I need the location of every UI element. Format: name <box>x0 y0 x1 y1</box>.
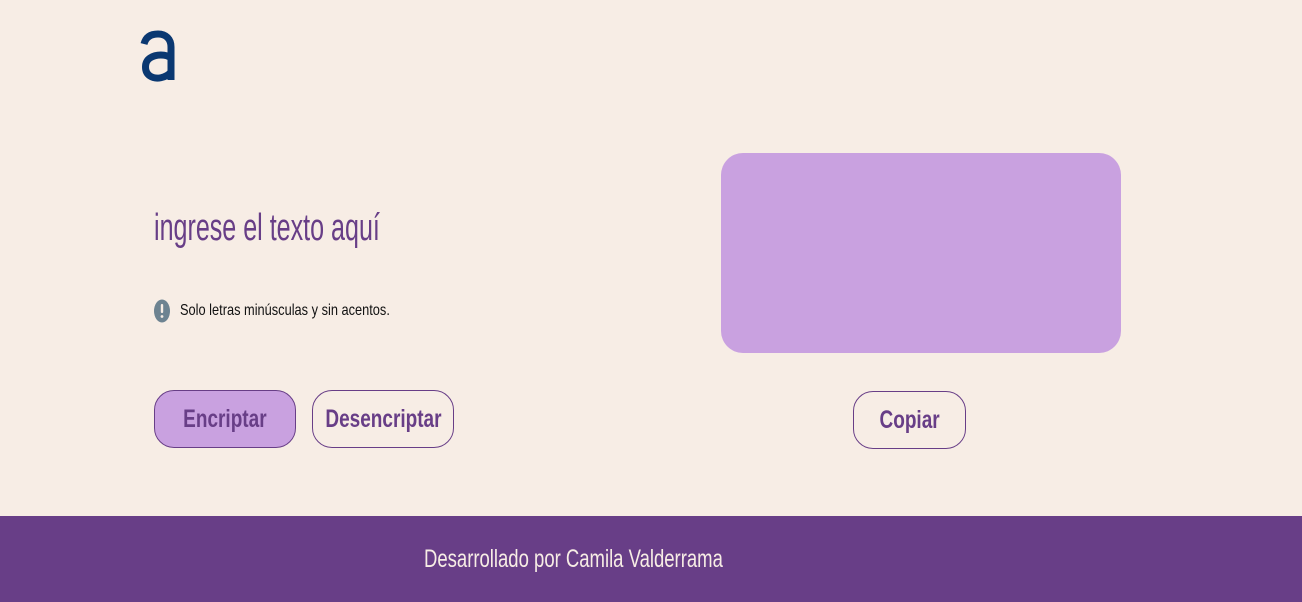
encrypt-button-label: Encriptar <box>183 404 267 433</box>
text-input[interactable]: ingrese el texto aquí <box>154 200 614 260</box>
copy-button[interactable]: Copiar <box>853 391 966 449</box>
text-input-placeholder: ingrese el texto aquí <box>154 207 380 249</box>
copy-button-label: Copiar <box>879 405 940 434</box>
encrypt-button[interactable]: Encriptar <box>154 390 296 448</box>
decrypt-button-label: Desencriptar <box>324 404 442 433</box>
hint: Solo letras minúsculas y sin acentos. <box>154 298 442 324</box>
hint-text: Solo letras minúsculas y sin acentos. <box>180 302 390 319</box>
footer: Desarrollado por Camila Valderrama <box>0 516 1302 602</box>
logo-icon <box>140 30 175 82</box>
exclamation-circle-icon <box>154 299 170 323</box>
output-panel[interactable] <box>721 153 1121 353</box>
decrypt-button[interactable]: Desencriptar <box>312 390 454 448</box>
